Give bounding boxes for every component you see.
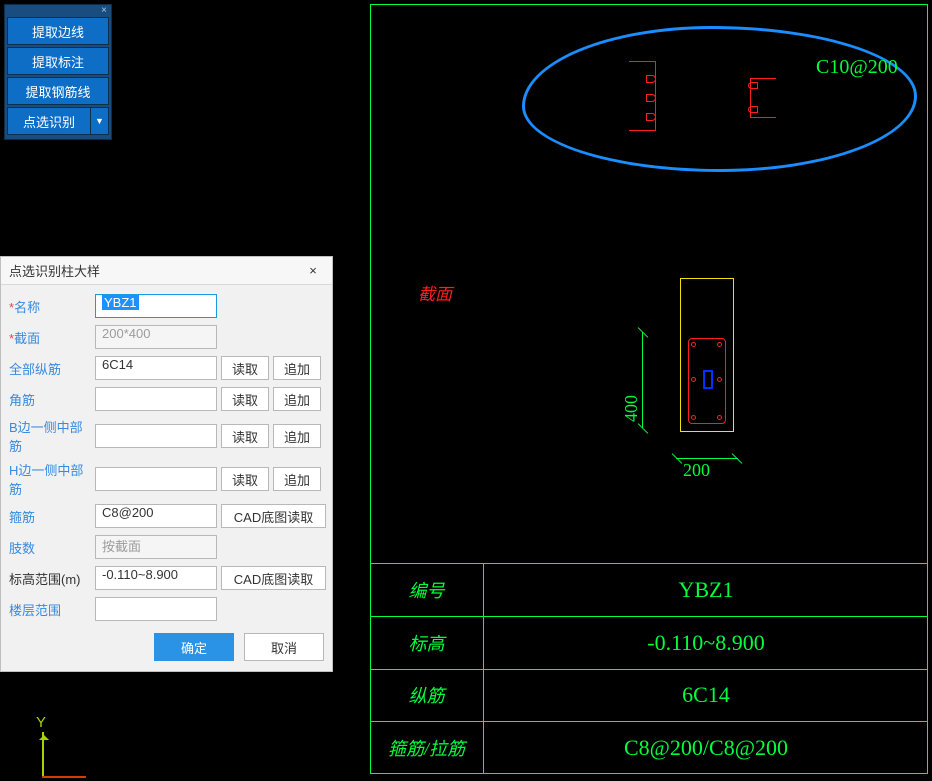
label-b-side: B边一侧中部筋	[7, 417, 95, 455]
section-input: 200*400	[95, 325, 217, 349]
hook-clip	[748, 106, 758, 113]
label-limbs: 肢数	[7, 538, 95, 557]
hook-clip	[646, 113, 656, 121]
hook-clip	[646, 94, 656, 102]
stirrup-input[interactable]: C8@200	[95, 504, 217, 528]
label-all-bars: 全部纵筋	[7, 359, 95, 378]
center-link	[703, 370, 713, 389]
label-section: *截面	[7, 328, 95, 347]
table-value: -0.110~8.900	[484, 617, 928, 669]
table-row: 编号 YBZ1	[370, 563, 928, 616]
add-button[interactable]: 追加	[273, 424, 321, 448]
close-icon[interactable]: ×	[99, 5, 109, 15]
rebar-spec-text: C10@200	[816, 56, 898, 79]
table-label: 标高	[370, 617, 484, 669]
toolbar-header: ×	[5, 5, 111, 15]
read-button[interactable]: 读取	[221, 467, 269, 491]
rebar-dot	[717, 342, 722, 347]
corner-input[interactable]	[95, 387, 217, 411]
dialog-footer: 确定 取消	[1, 631, 332, 671]
elev-range-input[interactable]: -0.110~8.900	[95, 566, 217, 590]
table-value: 6C14	[484, 670, 928, 722]
table-value: YBZ1	[484, 564, 928, 616]
rebar-dot	[717, 415, 722, 420]
extract-rebar-line-button[interactable]: 提取钢筋线	[7, 77, 109, 105]
annotation-circle	[522, 26, 917, 172]
dimension-horizontal-text: 200	[683, 460, 710, 481]
label-h-side: H边一侧中部筋	[7, 460, 95, 498]
button-label: 点选识别	[23, 112, 75, 131]
chevron-down-icon[interactable]: ▼	[90, 108, 108, 134]
column-detail-dialog: 点选识别柱大样 × *名称 YBZ1 *截面 200*400 全部纵筋 6C14…	[0, 256, 333, 672]
rebar-dot	[691, 377, 696, 382]
extract-edge-button[interactable]: 提取边线	[7, 17, 109, 45]
ok-button[interactable]: 确定	[154, 633, 234, 661]
info-table: 编号 YBZ1 标高 -0.110~8.900 纵筋 6C14 箍筋/拉筋 C8…	[370, 563, 928, 774]
label-floor-range: 楼层范围	[7, 600, 95, 619]
table-label: 纵筋	[370, 670, 484, 722]
rebar-dot	[717, 377, 722, 382]
axis-x-icon	[42, 776, 86, 778]
label-elev-range: 标高范围(m)	[7, 569, 95, 588]
cad-read-button[interactable]: CAD底图读取	[221, 566, 326, 590]
add-button[interactable]: 追加	[273, 356, 321, 380]
floor-range-input[interactable]	[95, 597, 217, 621]
dialog-title: 点选识别柱大样	[9, 261, 100, 280]
rebar-dot	[691, 415, 696, 420]
read-button[interactable]: 读取	[221, 424, 269, 448]
dialog-body: *名称 YBZ1 *截面 200*400 全部纵筋 6C14 读取 追加 角筋 …	[1, 285, 332, 631]
point-select-recognize-button[interactable]: 点选识别 ▼	[7, 107, 109, 135]
table-row: 标高 -0.110~8.900	[370, 616, 928, 669]
extract-annotation-button[interactable]: 提取标注	[7, 47, 109, 75]
hook-clip	[748, 82, 758, 89]
h-side-input[interactable]	[95, 467, 217, 491]
read-button[interactable]: 读取	[221, 387, 269, 411]
table-label: 箍筋/拉筋	[370, 722, 484, 774]
label-stirrup: 箍筋	[7, 507, 95, 526]
limbs-input: 按截面	[95, 535, 217, 559]
section-side-label: 截面	[418, 280, 452, 305]
close-icon[interactable]: ×	[302, 263, 324, 278]
dimension-vertical-text: 400	[621, 395, 642, 422]
cad-read-button[interactable]: CAD底图读取	[221, 504, 326, 528]
label-corner: 角筋	[7, 390, 95, 409]
axis-y-label: Y	[36, 714, 46, 731]
dialog-titlebar[interactable]: 点选识别柱大样 ×	[1, 257, 332, 285]
axis-y-icon	[42, 732, 44, 776]
all-bars-input[interactable]: 6C14	[95, 356, 217, 380]
dimension-horizontal-line	[676, 458, 738, 459]
cancel-button[interactable]: 取消	[244, 633, 324, 661]
dimension-vertical-line	[642, 332, 643, 428]
table-row: 纵筋 6C14	[370, 669, 928, 722]
table-label: 编号	[370, 564, 484, 616]
read-button[interactable]: 读取	[221, 356, 269, 380]
name-input[interactable]: YBZ1	[95, 294, 217, 318]
add-button[interactable]: 追加	[273, 467, 321, 491]
add-button[interactable]: 追加	[273, 387, 321, 411]
table-row: 箍筋/拉筋 C8@200/C8@200	[370, 721, 928, 774]
label-name: *名称	[7, 297, 95, 316]
recognition-toolbar: × 提取边线 提取标注 提取钢筋线 点选识别 ▼	[4, 4, 112, 140]
rebar-dot	[691, 342, 696, 347]
table-value: C8@200/C8@200	[484, 722, 928, 774]
hook-clip	[646, 75, 656, 83]
b-side-input[interactable]	[95, 424, 217, 448]
